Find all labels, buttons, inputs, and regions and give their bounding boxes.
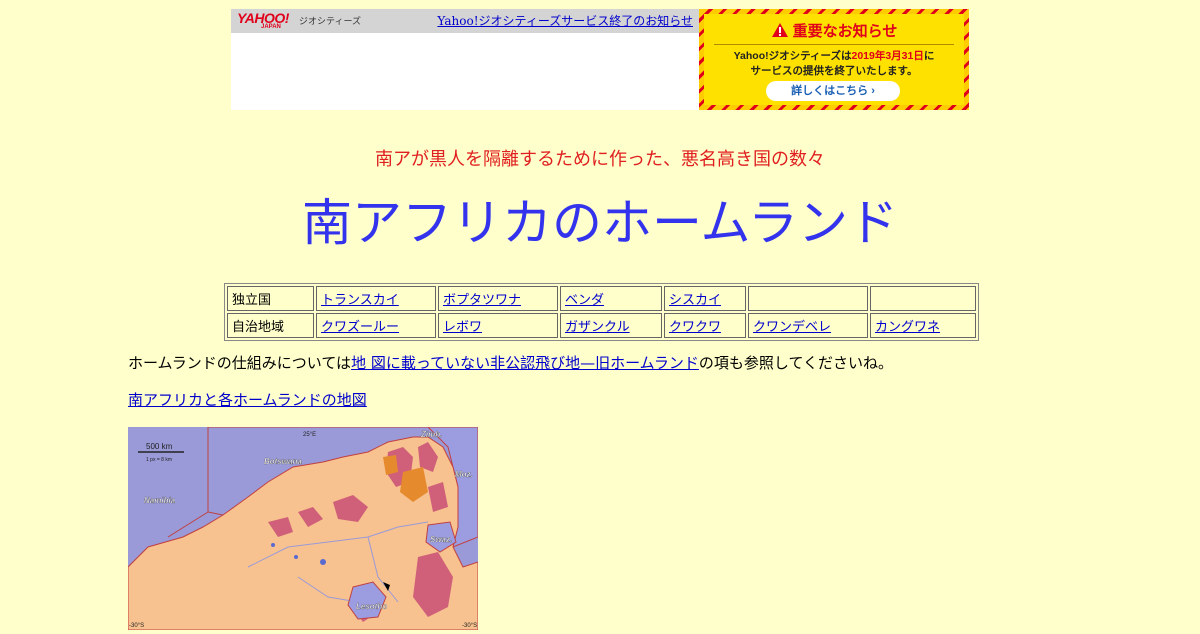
- notice-date: 2019年3月31日: [851, 50, 924, 62]
- homeland-link[interactable]: カングワネ: [875, 320, 940, 335]
- row-label: 独立国: [227, 286, 314, 311]
- map-lon-label: 25°E: [303, 432, 316, 438]
- map-lat-left: -30°S: [129, 623, 144, 629]
- page-subtitle: 南アが黒人を隔離するために作った、悪名高き国の数々: [375, 149, 825, 170]
- homeland-link[interactable]: シスカイ: [669, 293, 721, 308]
- notice-title: 重要なお知らせ: [704, 20, 964, 42]
- notice-title-text: 重要なお知らせ: [792, 23, 898, 40]
- empty-cell: [748, 286, 868, 311]
- yahoo-logo-sub: JAPAN: [261, 24, 281, 30]
- map-label-lesotho: Lesotho: [356, 602, 387, 611]
- page-title: 南アフリカのホームランド: [302, 194, 898, 252]
- map-label-botswana: Botswana: [264, 457, 302, 466]
- map-scale-sub: 1 px = 8 km: [146, 457, 172, 463]
- notice-body: Yahoo!ジオシティーズは2019年3月31日に サービスの提供を終了いたしま…: [704, 49, 964, 79]
- notice-panel: 重要なお知らせ Yahoo!ジオシティーズは2019年3月31日に サービスの提…: [704, 14, 964, 105]
- homeland-link[interactable]: クワズールー: [321, 320, 399, 335]
- map-label-namibia: Namibia: [144, 496, 176, 505]
- homeland-link[interactable]: ガザンクル: [565, 320, 630, 335]
- table-row-independent: 独立国 トランスカイ ボプタツワナ ベンダ シスカイ: [227, 286, 976, 311]
- details-button[interactable]: 詳しくはこちら ›: [766, 81, 900, 101]
- geocities-service-name: ジオシティーズ: [299, 16, 362, 26]
- yahoo-logo[interactable]: YAHOO!: [237, 11, 289, 25]
- homeland-map[interactable]: 500 km 1 px = 8 km 25°E Botswana Namibia…: [127, 426, 479, 631]
- warning-icon: [771, 22, 789, 42]
- homeland-link[interactable]: ボプタツワナ: [443, 293, 521, 308]
- homeland-link[interactable]: トランスカイ: [321, 293, 399, 308]
- homeland-map-link[interactable]: 南アフリカと各ホームランドの地図: [128, 389, 367, 410]
- notice-divider: [714, 44, 954, 45]
- map-scale: 500 km: [146, 442, 173, 451]
- row-label: 自治地域: [227, 313, 314, 338]
- notice-line2: サービスの提供を終了いたします。: [750, 65, 918, 77]
- table-row-autonomous: 自治地域 クワズールー レボワ ガザンクル クワクワ クワンデベレ カングワネ: [227, 313, 976, 338]
- important-notice-ad[interactable]: 重要なお知らせ Yahoo!ジオシティーズは2019年3月31日に サービスの提…: [699, 9, 969, 110]
- service-end-link[interactable]: Yahoo!ジオシティーズサービス終了のお知らせ: [437, 12, 693, 29]
- former-homeland-link[interactable]: 地 図に載っていない非公認飛び地—旧ホームランド: [351, 354, 699, 372]
- map-lat-right: -30°S: [462, 623, 477, 629]
- notice-line1-pre: Yahoo!ジオシティーズは: [733, 50, 852, 62]
- note-post: の項も参照してくださいね。: [698, 354, 893, 372]
- map-label-zimbabwe: Zimb.: [420, 430, 442, 439]
- geocities-banner: YAHOO! JAPAN ジオシティーズ Yahoo!ジオシティーズサービス終了…: [231, 9, 699, 110]
- homeland-link[interactable]: クワンデベレ: [753, 320, 831, 335]
- empty-cell: [870, 286, 976, 311]
- homeland-note: ホームランドの仕組みについては地 図に載っていない非公認飛び地—旧ホームランドの…: [128, 352, 893, 373]
- note-pre: ホームランドの仕組みについては: [128, 354, 352, 372]
- homeland-table: 独立国 トランスカイ ボプタツワナ ベンダ シスカイ 自治地域 クワズールー レ…: [224, 283, 979, 341]
- banner-bar: YAHOO! JAPAN ジオシティーズ Yahoo!ジオシティーズサービス終了…: [231, 9, 699, 33]
- map-label-mozambique: Moz.: [455, 470, 473, 479]
- map-label-swaziland: Swaz.: [430, 535, 452, 544]
- homeland-link[interactable]: レボワ: [443, 320, 482, 335]
- notice-line1-post: に: [923, 50, 935, 62]
- homeland-link[interactable]: クワクワ: [669, 320, 721, 335]
- homeland-link[interactable]: ベンダ: [565, 293, 604, 308]
